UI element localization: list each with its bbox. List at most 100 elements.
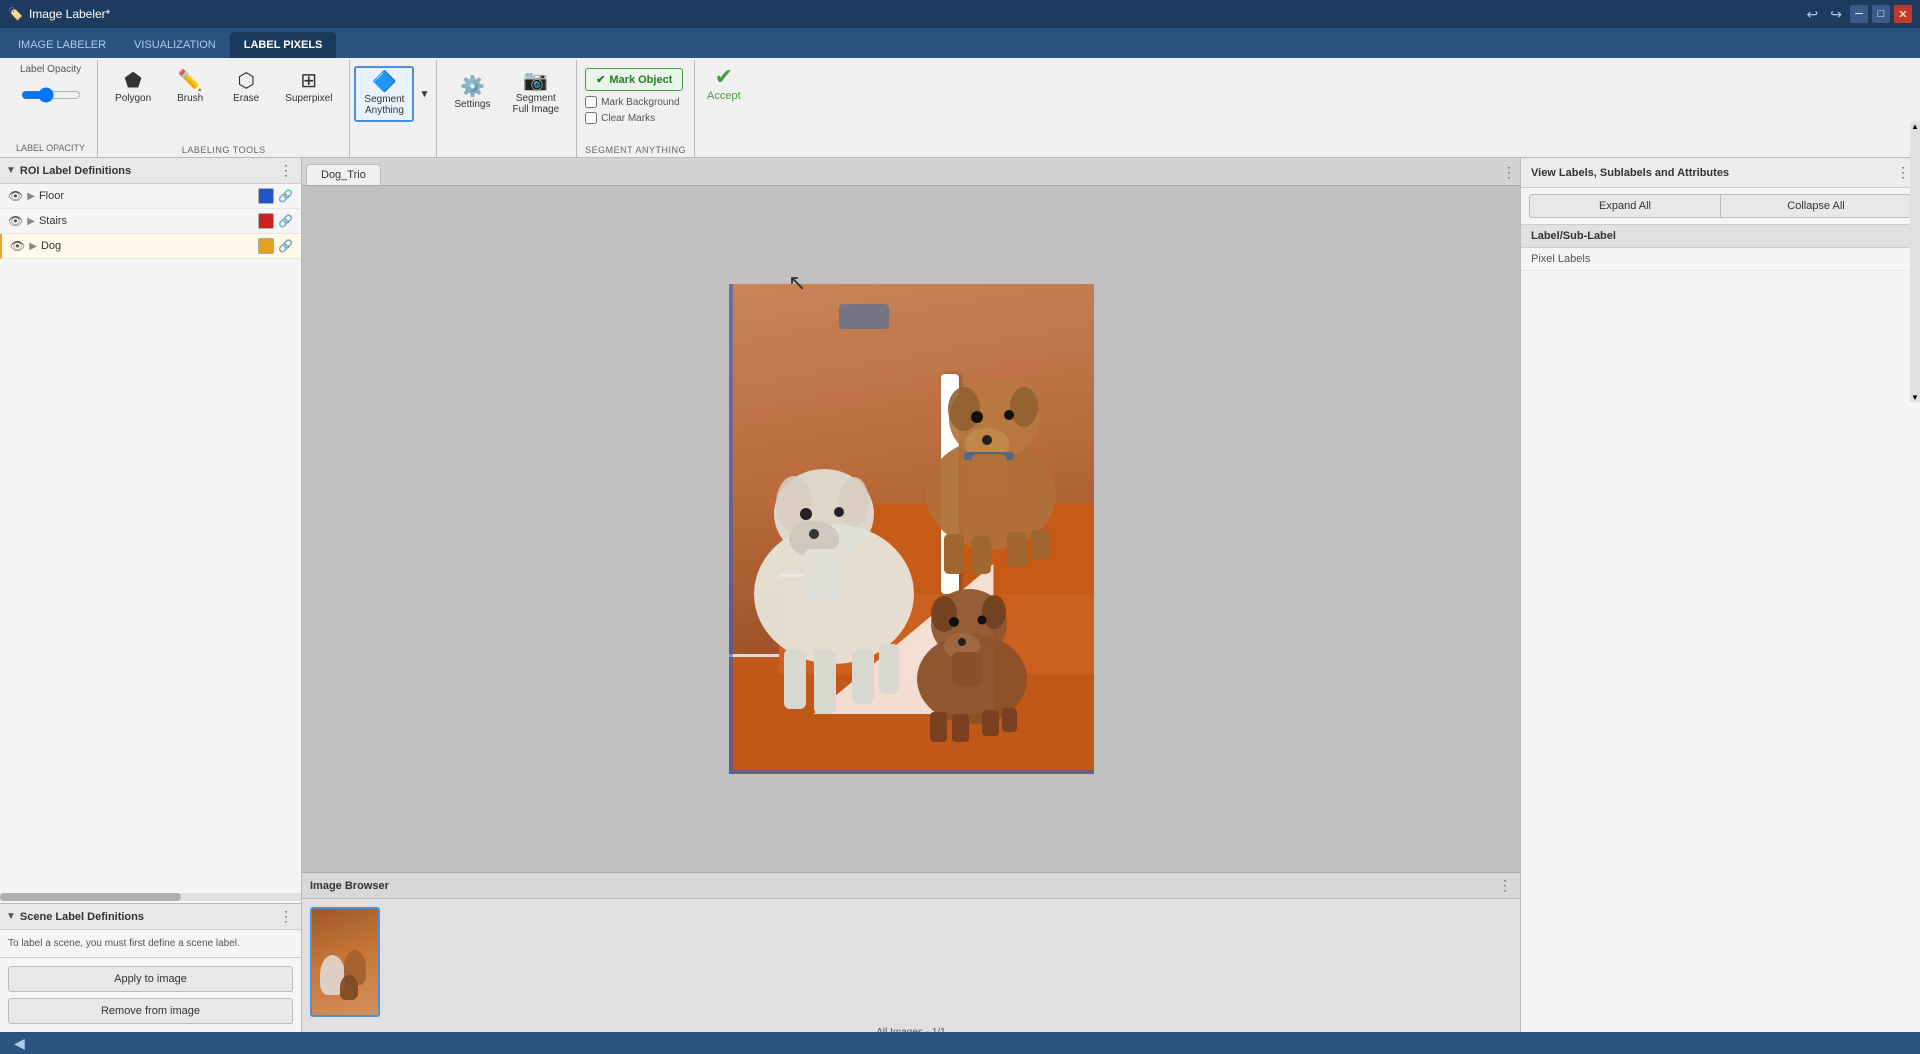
scene-more-button[interactable]: ⋮ bbox=[277, 908, 295, 925]
segment-anything-button[interactable]: 🔷 SegmentAnything bbox=[354, 66, 414, 122]
statusbar-nav-button[interactable]: ◀ bbox=[10, 1035, 29, 1052]
roi-color-dog bbox=[258, 238, 274, 254]
mark-background-option[interactable]: Mark Background bbox=[585, 95, 686, 109]
tab-image-labeler[interactable]: IMAGE LABELER bbox=[4, 32, 120, 58]
app-icon: 🏷️ bbox=[8, 7, 23, 21]
superpixel-tool[interactable]: ⊞ Superpixel bbox=[276, 66, 341, 109]
roi-section-header[interactable]: ▼ ROI Label Definitions ⋮ bbox=[0, 158, 301, 184]
settings-button[interactable]: ⚙️ Settings bbox=[445, 72, 499, 115]
segment-options-section: ✔ Mark Object Mark Background Clear Mark… bbox=[577, 60, 695, 157]
roi-eye-stairs[interactable]: 👁 bbox=[8, 214, 23, 228]
accept-button[interactable]: ✔ Accept bbox=[707, 64, 741, 102]
superpixel-label: Superpixel bbox=[285, 93, 332, 104]
roi-item-floor[interactable]: 👁 ▶ Floor 🔗 bbox=[0, 184, 301, 209]
brush-label: Brush bbox=[177, 93, 203, 104]
image-tab-dog-trio[interactable]: Dog_Trio bbox=[306, 164, 381, 185]
table-header-label: Label/Sub-Label bbox=[1521, 225, 1920, 248]
close-button[interactable]: ✕ bbox=[1894, 5, 1912, 23]
erase-label: Erase bbox=[233, 93, 259, 104]
accept-icon: ✔ bbox=[715, 64, 733, 90]
redo-button[interactable]: ↪ bbox=[1826, 5, 1846, 23]
clear-marks-option[interactable]: Clear Marks bbox=[585, 111, 686, 125]
image-thumb-1[interactable] bbox=[310, 907, 380, 1017]
image-browser-content bbox=[302, 899, 1520, 1025]
roi-expand-stairs: ▶ bbox=[27, 216, 35, 227]
main-image bbox=[729, 284, 1094, 774]
superpixel-icon: ⊞ bbox=[300, 71, 317, 91]
roi-link-dog[interactable]: 🔗 bbox=[278, 239, 293, 253]
center-panel: Dog_Trio ⋮ ↖ bbox=[302, 158, 1520, 1032]
thumb-dog3 bbox=[340, 975, 358, 1000]
collapse-all-button[interactable]: Collapse All bbox=[1720, 194, 1912, 218]
left-panel: ▼ ROI Label Definitions ⋮ 👁 ▶ Floor 🔗 👁 … bbox=[0, 158, 302, 1032]
accept-section: ✔ Accept bbox=[695, 60, 753, 106]
tab-label-pixels[interactable]: LABEL PIXELS bbox=[230, 32, 337, 58]
apply-to-image-button[interactable]: Apply to image bbox=[8, 966, 293, 992]
scene-section: ▼ Scene Label Definitions ⋮ To label a s… bbox=[0, 903, 301, 957]
erase-tool[interactable]: ⬡ Erase bbox=[220, 66, 272, 109]
mark-background-checkbox[interactable] bbox=[585, 96, 597, 108]
roi-scrollbar-container bbox=[0, 893, 301, 903]
dog-right-svg bbox=[909, 344, 1074, 574]
image-browser-more-button[interactable]: ⋮ bbox=[1498, 877, 1512, 894]
image-border-left bbox=[729, 284, 733, 774]
right-panel-header: View Labels, Sublabels and Attributes ⋮ bbox=[1521, 158, 1920, 188]
image-browser-footer: All Images - 1/1 bbox=[302, 1025, 1520, 1032]
scene-section-header[interactable]: ▼ Scene Label Definitions ⋮ bbox=[0, 904, 301, 930]
polygon-tool[interactable]: ⬟ Polygon bbox=[106, 66, 160, 109]
undo-button[interactable]: ↩ bbox=[1803, 5, 1823, 23]
tab-visualization[interactable]: VISUALIZATION bbox=[120, 32, 230, 58]
image-area[interactable]: ↖ bbox=[302, 186, 1520, 872]
titlebar: 🏷️ Image Labeler* ↩ ↪ ─ □ ✕ bbox=[0, 0, 1920, 28]
roi-item-dog[interactable]: 👁 ▶ Dog 🔗 bbox=[0, 234, 301, 259]
segment-anything-dropdown[interactable]: ▼ bbox=[416, 88, 432, 101]
maximize-button[interactable]: □ bbox=[1872, 5, 1890, 23]
segment-anything-icon: 🔷 bbox=[372, 72, 397, 92]
roi-link-stairs[interactable]: 🔗 bbox=[278, 214, 293, 228]
right-panel-more-button[interactable]: ⋮ bbox=[1896, 164, 1910, 181]
image-browser: Image Browser ⋮ All Images - 1/1 bbox=[302, 872, 1520, 1032]
labeling-tools-label: LABELING TOOLS bbox=[106, 141, 341, 155]
roi-horizontal-scrollbar[interactable] bbox=[0, 893, 301, 901]
dog-small-svg bbox=[904, 564, 1039, 744]
right-panel-title: View Labels, Sublabels and Attributes bbox=[1531, 167, 1729, 179]
labeling-tools-section: ⬟ Polygon ✏️ Brush ⬡ Erase ⊞ Superpixel … bbox=[98, 60, 350, 157]
thumb-bg bbox=[312, 909, 378, 1015]
brush-tool[interactable]: ✏️ Brush bbox=[164, 66, 216, 109]
tab-more-button[interactable]: ⋮ bbox=[1502, 164, 1516, 181]
brush-icon: ✏️ bbox=[178, 71, 203, 91]
scene-section-title: Scene Label Definitions bbox=[20, 911, 144, 923]
remove-from-image-button[interactable]: Remove from image bbox=[8, 998, 293, 1024]
roi-item-stairs[interactable]: 👁 ▶ Stairs 🔗 bbox=[0, 209, 301, 234]
roi-more-button[interactable]: ⋮ bbox=[277, 162, 295, 179]
roi-section-title: ROI Label Definitions bbox=[20, 165, 131, 177]
mark-object-button[interactable]: ✔ Mark Object bbox=[585, 68, 683, 91]
table-row-pixel-labels: Pixel Labels bbox=[1521, 248, 1920, 271]
label-opacity-section-label: LABEL OPACITY bbox=[16, 143, 85, 153]
erase-icon: ⬡ bbox=[237, 71, 254, 91]
apply-section: Apply to image Remove from image bbox=[0, 957, 301, 1032]
label-opacity-title: Label Opacity bbox=[16, 64, 85, 75]
roi-expand-dog: ▶ bbox=[29, 241, 37, 252]
segment-anything-tools-label: SEGMENT ANYTHING bbox=[585, 141, 686, 155]
small-object-top bbox=[839, 304, 889, 329]
roi-eye-floor[interactable]: 👁 bbox=[8, 189, 23, 203]
minimize-button[interactable]: ─ bbox=[1850, 5, 1868, 23]
right-panel: View Labels, Sublabels and Attributes ⋮ … bbox=[1520, 158, 1920, 1032]
roi-name-floor: Floor bbox=[39, 190, 254, 202]
roi-eye-dog[interactable]: 👁 bbox=[10, 239, 25, 253]
mark-object-row: ✔ Mark Object bbox=[585, 68, 686, 91]
roi-list: 👁 ▶ Floor 🔗 👁 ▶ Stairs 🔗 👁 ▶ bbox=[0, 184, 301, 893]
roi-color-floor bbox=[258, 188, 274, 204]
segment-full-image-button[interactable]: 📷 SegmentFull Image bbox=[503, 66, 568, 120]
expand-all-button[interactable]: Expand All bbox=[1529, 194, 1720, 218]
label-opacity-section: Label Opacity LABEL OPACITY bbox=[4, 60, 98, 157]
roi-link-floor[interactable]: 🔗 bbox=[278, 189, 293, 203]
clear-marks-checkbox[interactable] bbox=[585, 112, 597, 124]
titlebar-controls: ↩ ↪ ─ □ ✕ bbox=[1803, 5, 1912, 23]
label-opacity-slider[interactable] bbox=[21, 87, 81, 103]
roi-color-stairs bbox=[258, 213, 274, 229]
roi-scroll-area: 👁 ▶ Floor 🔗 👁 ▶ Stairs 🔗 👁 ▶ bbox=[0, 184, 301, 903]
mark-object-label: Mark Object bbox=[609, 74, 672, 86]
scene-header-left: ▼ Scene Label Definitions bbox=[6, 911, 144, 923]
